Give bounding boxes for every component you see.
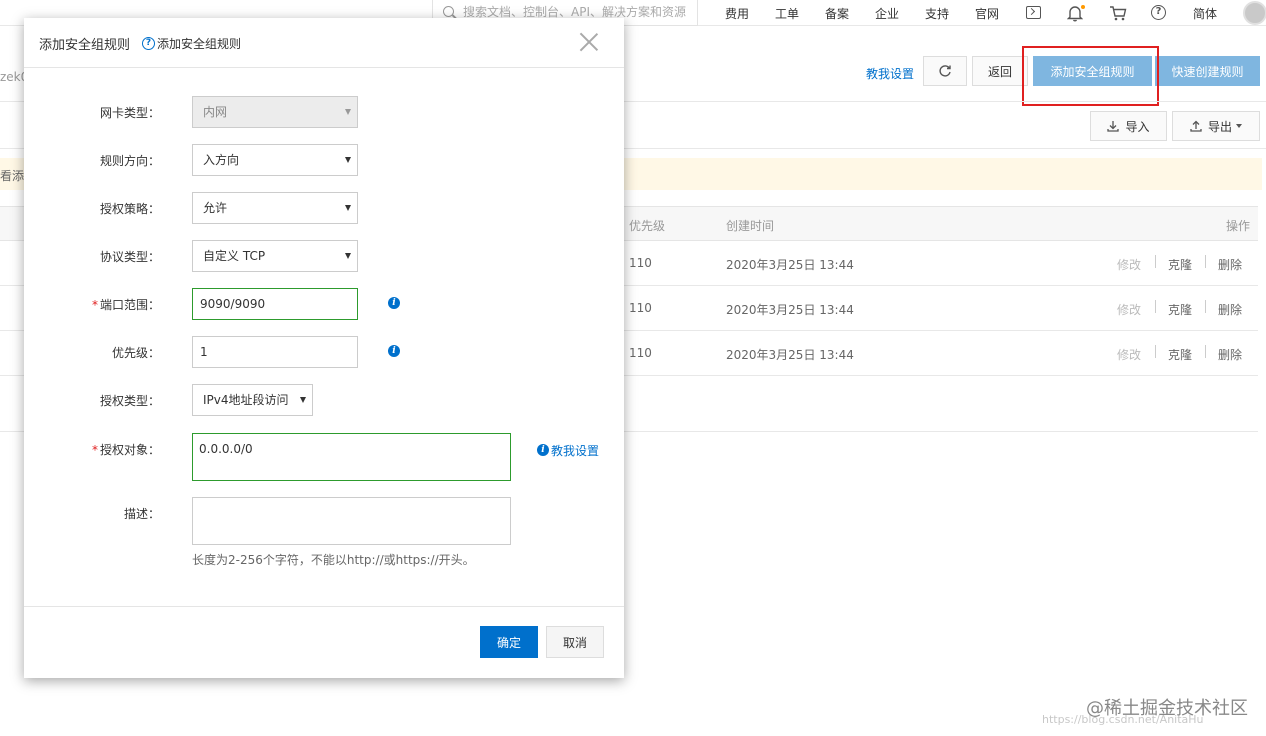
- header-priority: 优先级: [629, 219, 666, 233]
- port-range-input[interactable]: 9090/9090: [192, 288, 358, 320]
- chevron-down-icon: [345, 109, 351, 115]
- download-icon: [1107, 121, 1120, 132]
- auth-target-label: * 授权对象：: [50, 441, 160, 458]
- cell-priority: 110: [629, 301, 652, 315]
- dialog-title: 添加安全组规则: [39, 38, 131, 53]
- separator: [1155, 300, 1156, 313]
- nic-type-select: 内网: [192, 96, 358, 128]
- direction-select[interactable]: 入方向: [192, 144, 358, 176]
- header-created: 创建时间: [726, 219, 775, 233]
- priority-input[interactable]: 1: [192, 336, 358, 368]
- dialog-subtitle[interactable]: 添加安全组规则: [157, 35, 241, 52]
- policy-label: 授权策略：: [99, 202, 160, 216]
- protocol-select[interactable]: 自定义 TCP: [192, 240, 358, 272]
- dialog-header: 添加安全组规则 ? 添加安全组规则: [24, 18, 624, 68]
- info-icon: i: [537, 444, 549, 456]
- export-label: 导出: [1207, 119, 1232, 134]
- port-label: * 端口范围：: [50, 296, 160, 313]
- back-button[interactable]: 返回: [972, 56, 1028, 86]
- port-label-text: 端口范围：: [99, 298, 160, 312]
- chevron-down-icon: [345, 205, 351, 211]
- terminal-icon[interactable]: [1026, 6, 1041, 19]
- chevron-down-icon: [1236, 124, 1242, 128]
- auth-type-select[interactable]: IPv4地址段访问: [192, 384, 313, 416]
- import-label: 导入: [1125, 119, 1150, 134]
- add-rule-dialog: 添加安全组规则 ? 添加安全组规则 网卡类型： 内网 规则方向： 入方向 授权策…: [24, 18, 624, 678]
- highlight-box: [1022, 46, 1159, 106]
- nav-official-site[interactable]: 官网: [975, 5, 999, 22]
- cell-priority: 110: [629, 346, 652, 360]
- auth-target-label-text: 授权对象：: [99, 443, 160, 457]
- upload-icon: [1190, 120, 1202, 132]
- delete-link[interactable]: 删除: [1218, 256, 1242, 273]
- delete-link[interactable]: 删除: [1218, 346, 1242, 363]
- auth-target-textarea[interactable]: 0.0.0.0/0: [192, 433, 511, 481]
- bell-icon[interactable]: [1066, 4, 1085, 22]
- nav-support[interactable]: 支持: [925, 5, 949, 22]
- cart-icon[interactable]: [1109, 4, 1127, 22]
- edit-link[interactable]: 修改: [1117, 301, 1141, 318]
- policy-select[interactable]: 允许: [192, 192, 358, 224]
- description-textarea[interactable]: [192, 497, 511, 545]
- separator: [1155, 255, 1156, 268]
- clone-link[interactable]: 克隆: [1168, 301, 1192, 318]
- separator: [1205, 255, 1206, 268]
- cell-created: 2020年3月25日 13:44: [726, 348, 854, 362]
- protocol-value: 自定义 TCP: [203, 249, 266, 263]
- quick-create-rule-button[interactable]: 快速创建规则: [1155, 56, 1260, 86]
- required-mark: *: [91, 298, 98, 312]
- cell-priority: 110: [629, 256, 652, 270]
- separator: [1155, 345, 1156, 358]
- direction-label: 规则方向：: [99, 154, 160, 168]
- tutorial-link[interactable]: 教我设置: [551, 442, 599, 459]
- edit-link[interactable]: 修改: [1117, 346, 1141, 363]
- required-mark: *: [91, 443, 98, 457]
- refresh-button[interactable]: [923, 56, 967, 86]
- description-label: 描述：: [123, 507, 160, 521]
- auth-type-value: IPv4地址段访问: [203, 393, 289, 407]
- separator: [1205, 300, 1206, 313]
- language-switch[interactable]: 简体: [1193, 5, 1217, 22]
- question-icon[interactable]: ?: [142, 37, 155, 50]
- delete-link[interactable]: 删除: [1218, 301, 1242, 318]
- notification-dot: [1081, 5, 1085, 9]
- search-icon: [443, 6, 454, 17]
- watermark-url: https://blog.csdn.net/AnitaHu: [1042, 713, 1204, 726]
- close-icon[interactable]: [579, 32, 599, 52]
- priority-label: 优先级：: [111, 346, 160, 360]
- nav-tickets[interactable]: 工单: [775, 5, 799, 22]
- auth-type-label: 授权类型：: [99, 394, 160, 408]
- cancel-button[interactable]: 取消: [546, 626, 604, 658]
- nic-type-value: 内网: [203, 105, 228, 119]
- chevron-down-icon: [300, 397, 306, 403]
- separator: [1205, 345, 1206, 358]
- nav-enterprise[interactable]: 企业: [875, 5, 899, 22]
- cell-created: 2020年3月25日 13:44: [726, 303, 854, 317]
- footer-divider: [24, 606, 624, 607]
- help-icon[interactable]: ?: [1151, 5, 1166, 20]
- tutorial-link[interactable]: 教我设置: [866, 65, 914, 82]
- clone-link[interactable]: 克隆: [1168, 346, 1192, 363]
- nav-filing[interactable]: 备案: [825, 5, 849, 22]
- info-icon[interactable]: i: [388, 297, 400, 309]
- cell-created: 2020年3月25日 13:44: [726, 258, 854, 272]
- refresh-icon: [939, 65, 951, 77]
- edit-link[interactable]: 修改: [1117, 256, 1141, 273]
- search-placeholder: 搜索文档、控制台、API、解决方案和资源: [463, 5, 686, 19]
- nav-fees[interactable]: 费用: [725, 5, 749, 22]
- description-hint: 长度为2-256个字符，不能以http://或https://开头。: [192, 553, 475, 567]
- nic-type-label: 网卡类型：: [99, 106, 160, 120]
- import-button[interactable]: 导入: [1090, 111, 1167, 141]
- clone-link[interactable]: 克隆: [1168, 256, 1192, 273]
- chevron-down-icon: [345, 157, 351, 163]
- header-ops: 操作: [1226, 219, 1251, 233]
- direction-value: 入方向: [203, 153, 240, 167]
- avatar[interactable]: [1243, 1, 1266, 25]
- export-button[interactable]: 导出: [1172, 111, 1260, 141]
- chevron-down-icon: [345, 253, 351, 259]
- protocol-label: 协议类型：: [99, 250, 160, 264]
- info-icon[interactable]: i: [388, 345, 400, 357]
- confirm-button[interactable]: 确定: [480, 626, 538, 658]
- policy-value: 允许: [203, 201, 228, 215]
